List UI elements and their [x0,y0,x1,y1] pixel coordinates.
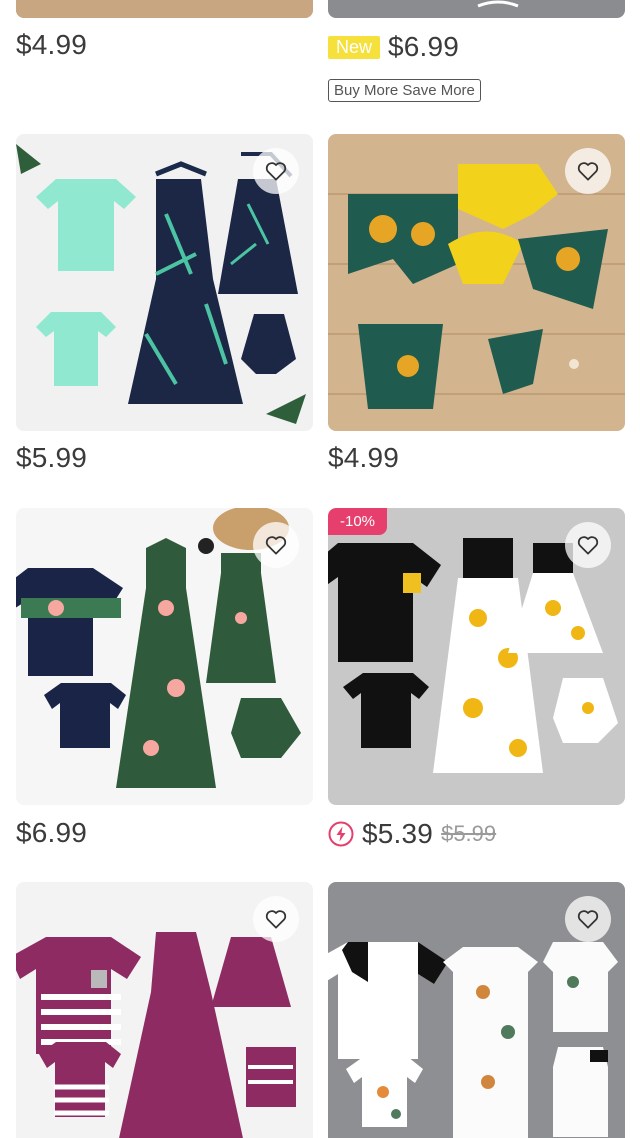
product-price: $5.39 [362,818,434,849]
product-image[interactable] [16,0,313,18]
product-price: $6.99 [16,817,88,848]
heart-outline-icon [265,162,287,181]
wishlist-button[interactable] [565,522,611,568]
heart-outline-icon [577,162,599,181]
heart-outline-icon [265,536,287,555]
wishlist-button[interactable] [565,148,611,194]
heart-outline-icon [577,910,599,929]
product-image[interactable] [328,0,625,18]
product-image[interactable] [328,882,625,1138]
product-price: $5.99 [16,442,88,473]
wishlist-button[interactable] [253,522,299,568]
lightning-icon [328,821,354,847]
wishlist-button[interactable] [565,896,611,942]
product-price: $4.99 [328,442,400,473]
discount-badge: -10% [328,508,388,535]
product-image[interactable] [16,508,313,805]
promo-tag[interactable]: Buy More Save More [328,79,481,102]
heart-outline-icon [265,910,287,929]
new-badge: New [328,35,381,59]
product-image[interactable] [16,134,313,431]
wishlist-button[interactable] [253,896,299,942]
product-image[interactable]: -10% [328,508,625,805]
product-image[interactable] [328,134,625,431]
heart-outline-icon [577,536,599,555]
original-price: $5.99 [441,821,497,846]
wishlist-button[interactable] [253,148,299,194]
product-price: $4.99 [16,29,88,60]
product-image[interactable] [16,882,313,1138]
product-price: $6.99 [388,31,460,62]
